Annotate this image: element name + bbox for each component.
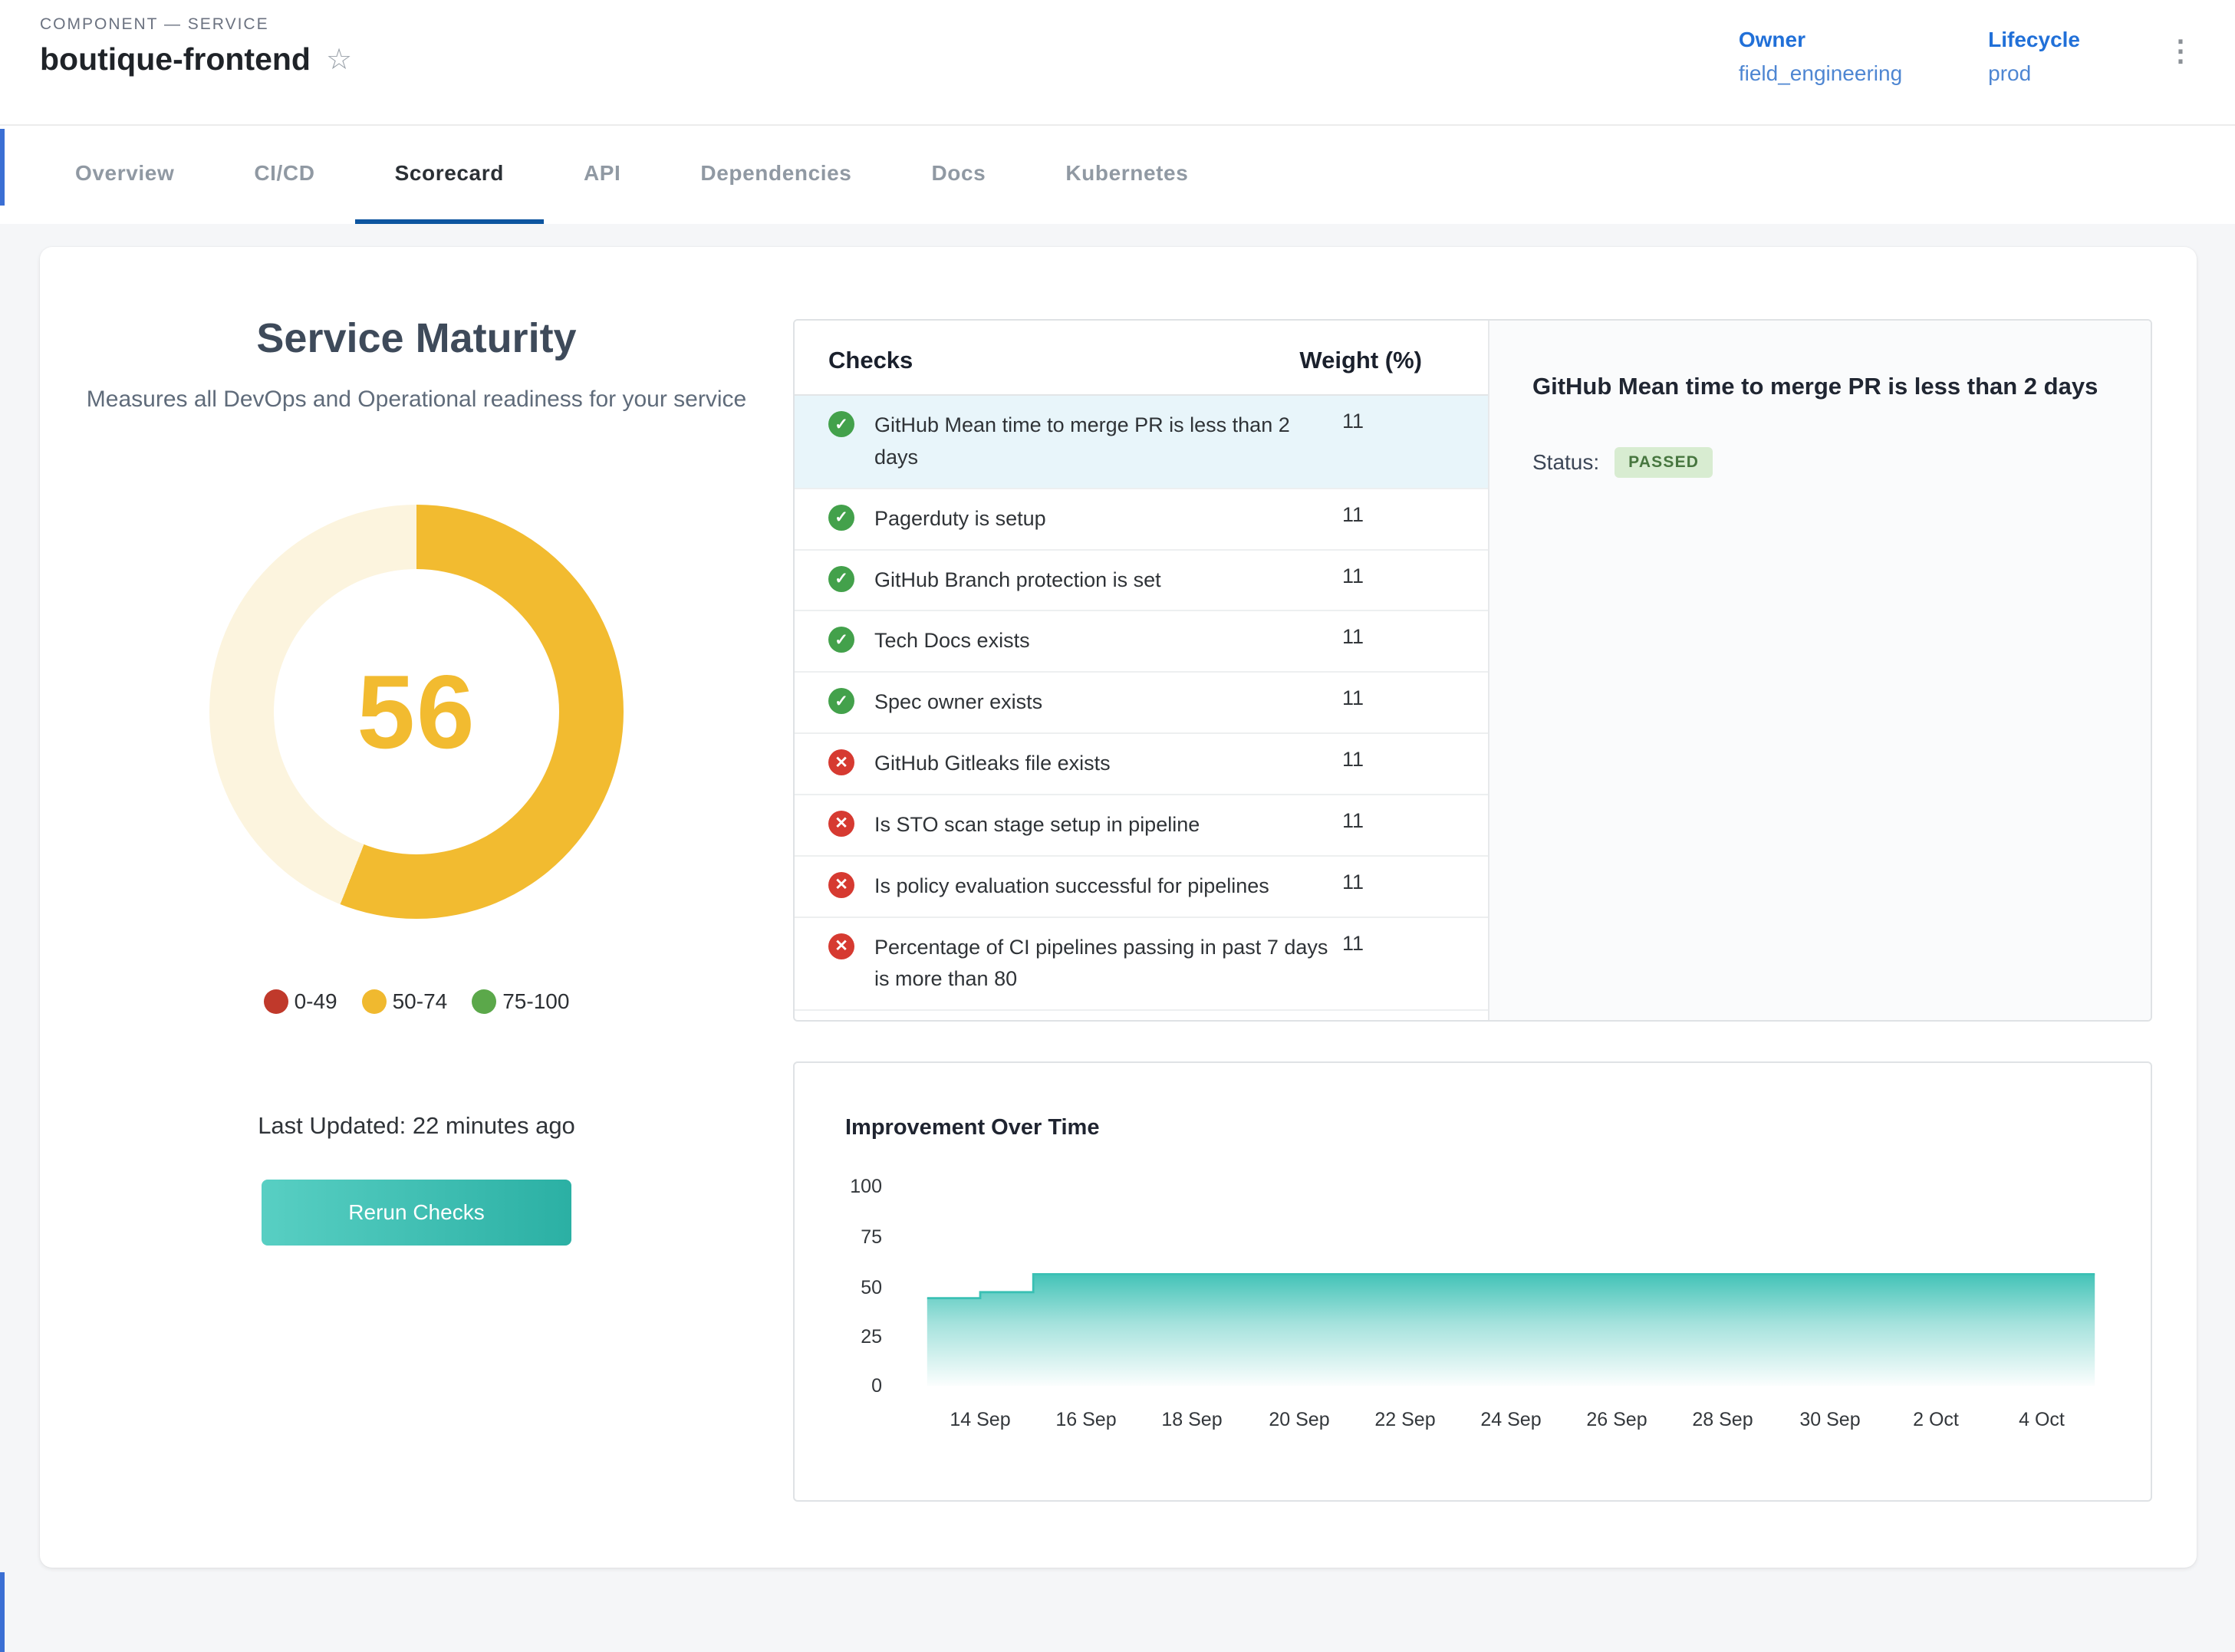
lifecycle-label-link[interactable]: Lifecycle xyxy=(1988,28,2080,52)
tab-scorecard[interactable]: Scorecard xyxy=(355,126,544,224)
breadcrumb: COMPONENT — SERVICE xyxy=(40,15,352,34)
x-tick-label: 24 Sep xyxy=(1480,1409,1541,1430)
legend-label: 0-49 xyxy=(295,989,337,1014)
app-root: COMPONENT — SERVICE boutique-frontend ☆ … xyxy=(0,0,2235,1652)
checks-list-header: Checks Weight (%) xyxy=(795,321,1488,396)
tab-kubernetes[interactable]: Kubernetes xyxy=(1025,126,1228,224)
x-tick-label: 18 Sep xyxy=(1161,1409,1222,1430)
owner-block: Owner field_engineering xyxy=(1739,28,1902,124)
legend-dot xyxy=(472,989,496,1014)
status-label: Status: xyxy=(1532,450,1599,475)
left-accent-bottom xyxy=(0,1572,5,1652)
x-tick-label: 28 Sep xyxy=(1692,1409,1753,1430)
rerun-checks-button[interactable]: Rerun Checks xyxy=(262,1180,571,1246)
lifecycle-block: Lifecycle prod xyxy=(1988,28,2080,124)
check-row[interactable]: Is STO scan stage setup in pipeline 11 xyxy=(795,795,1488,857)
status-badge: PASSED xyxy=(1615,447,1713,478)
check-row[interactable]: GitHub Mean time to merge PR is less tha… xyxy=(795,396,1488,489)
star-icon[interactable]: ☆ xyxy=(326,45,352,74)
scorecard-card: Service Maturity Measures all DevOps and… xyxy=(40,247,2197,1568)
tab-overview[interactable]: Overview xyxy=(35,126,214,224)
legend-dot xyxy=(362,989,387,1014)
tab-cicd[interactable]: CI/CD xyxy=(214,126,354,224)
maturity-panel: Service Maturity Measures all DevOps and… xyxy=(40,247,793,1568)
score-legend: 0-49 50-74 75-100 xyxy=(86,989,747,1014)
legend-label: 50-74 xyxy=(393,989,448,1014)
content-area: Service Maturity Measures all DevOps and… xyxy=(0,224,2235,1652)
last-updated-text: Last Updated: 22 minutes ago xyxy=(86,1112,747,1140)
x-tick-label: 16 Sep xyxy=(1055,1409,1116,1430)
legend-item: 50-74 xyxy=(362,989,448,1014)
check-detail-panel: GitHub Mean time to merge PR is less tha… xyxy=(1488,321,2151,1020)
check-failed-icon xyxy=(828,749,854,775)
tab-api[interactable]: API xyxy=(544,126,660,224)
x-tick-label: 4 Oct xyxy=(2019,1409,2065,1430)
check-row[interactable]: Tech Docs exists 11 xyxy=(795,611,1488,673)
check-row[interactable]: Pagerduty is setup 11 xyxy=(795,489,1488,551)
check-passed-icon xyxy=(828,411,854,437)
y-tick-label: 0 xyxy=(871,1375,882,1397)
check-row[interactable]: GitHub Branch protection is set 11 xyxy=(795,551,1488,612)
check-failed-icon xyxy=(828,933,854,959)
check-row[interactable]: GitHub Gitleaks file exists 11 xyxy=(795,734,1488,795)
legend-dot xyxy=(264,989,288,1014)
x-tick-label: 30 Sep xyxy=(1799,1409,1860,1430)
check-row[interactable]: Spec owner exists 11 xyxy=(795,673,1488,734)
kebab-menu-icon[interactable]: ⋮ xyxy=(2166,34,2195,124)
tab-bar: Overview CI/CD Scorecard API Dependencie… xyxy=(0,126,2235,224)
check-row[interactable]: Percentage of CI pipelines passing in pa… xyxy=(795,918,1488,1012)
x-tick-label: 2 Oct xyxy=(1913,1409,1959,1430)
check-failed-icon xyxy=(828,811,854,837)
y-tick-label: 50 xyxy=(861,1277,882,1298)
y-tick-label: 25 xyxy=(861,1326,882,1348)
weight-header-label: Weight (%) xyxy=(1299,347,1422,374)
check-failed-icon xyxy=(828,872,854,898)
check-passed-icon xyxy=(828,688,854,714)
x-tick-label: 14 Sep xyxy=(950,1409,1010,1430)
check-passed-icon xyxy=(828,566,854,592)
header: COMPONENT — SERVICE boutique-frontend ☆ … xyxy=(0,0,2235,126)
header-left: COMPONENT — SERVICE boutique-frontend ☆ xyxy=(40,15,352,124)
improvement-card: Improvement Over Time 100 75 xyxy=(793,1061,2152,1502)
header-right: Owner field_engineering Lifecycle prod ⋮ xyxy=(1739,15,2195,124)
scorecard-title: Service Maturity xyxy=(86,314,747,362)
y-tick-label: 100 xyxy=(850,1176,882,1197)
check-detail-title: GitHub Mean time to merge PR is less tha… xyxy=(1532,367,2100,407)
tab-docs[interactable]: Docs xyxy=(891,126,1025,224)
improvement-chart: 100 75 50 25 0 14 Sep 16 Sep 18 Sep 20 S… xyxy=(795,1156,2151,1440)
x-tick-label: 22 Sep xyxy=(1374,1409,1435,1430)
check-row[interactable]: Is policy evaluation successful for pipe… xyxy=(795,857,1488,918)
y-tick-label: 75 xyxy=(861,1226,882,1248)
check-passed-icon xyxy=(828,505,854,531)
checks-panel: Checks Weight (%) GitHub Mean time to me… xyxy=(793,247,2200,1568)
check-passed-icon xyxy=(828,627,854,653)
improvement-area xyxy=(927,1274,2095,1386)
legend-item: 0-49 xyxy=(264,989,337,1014)
owner-label-link[interactable]: Owner xyxy=(1739,28,1902,52)
x-tick-label: 26 Sep xyxy=(1586,1409,1647,1430)
maturity-score: 56 xyxy=(357,652,476,772)
checks-header-label: Checks xyxy=(828,347,913,374)
lifecycle-value-link[interactable]: prod xyxy=(1988,61,2080,86)
checks-list: Checks Weight (%) GitHub Mean time to me… xyxy=(795,321,1488,1020)
maturity-donut: 56 xyxy=(209,505,624,919)
improvement-chart-title: Improvement Over Time xyxy=(795,1115,2151,1140)
checks-card: Checks Weight (%) GitHub Mean time to me… xyxy=(793,319,2152,1022)
legend-label: 75-100 xyxy=(502,989,569,1014)
left-accent-top xyxy=(0,129,5,206)
donut-hole: 56 xyxy=(274,569,559,854)
scorecard-subtitle: Measures all DevOps and Operational read… xyxy=(86,380,747,419)
tab-dependencies[interactable]: Dependencies xyxy=(660,126,891,224)
page-title: boutique-frontend xyxy=(40,41,311,77)
owner-value-link[interactable]: field_engineering xyxy=(1739,61,1902,86)
legend-item: 75-100 xyxy=(472,989,569,1014)
x-tick-label: 20 Sep xyxy=(1269,1409,1329,1430)
